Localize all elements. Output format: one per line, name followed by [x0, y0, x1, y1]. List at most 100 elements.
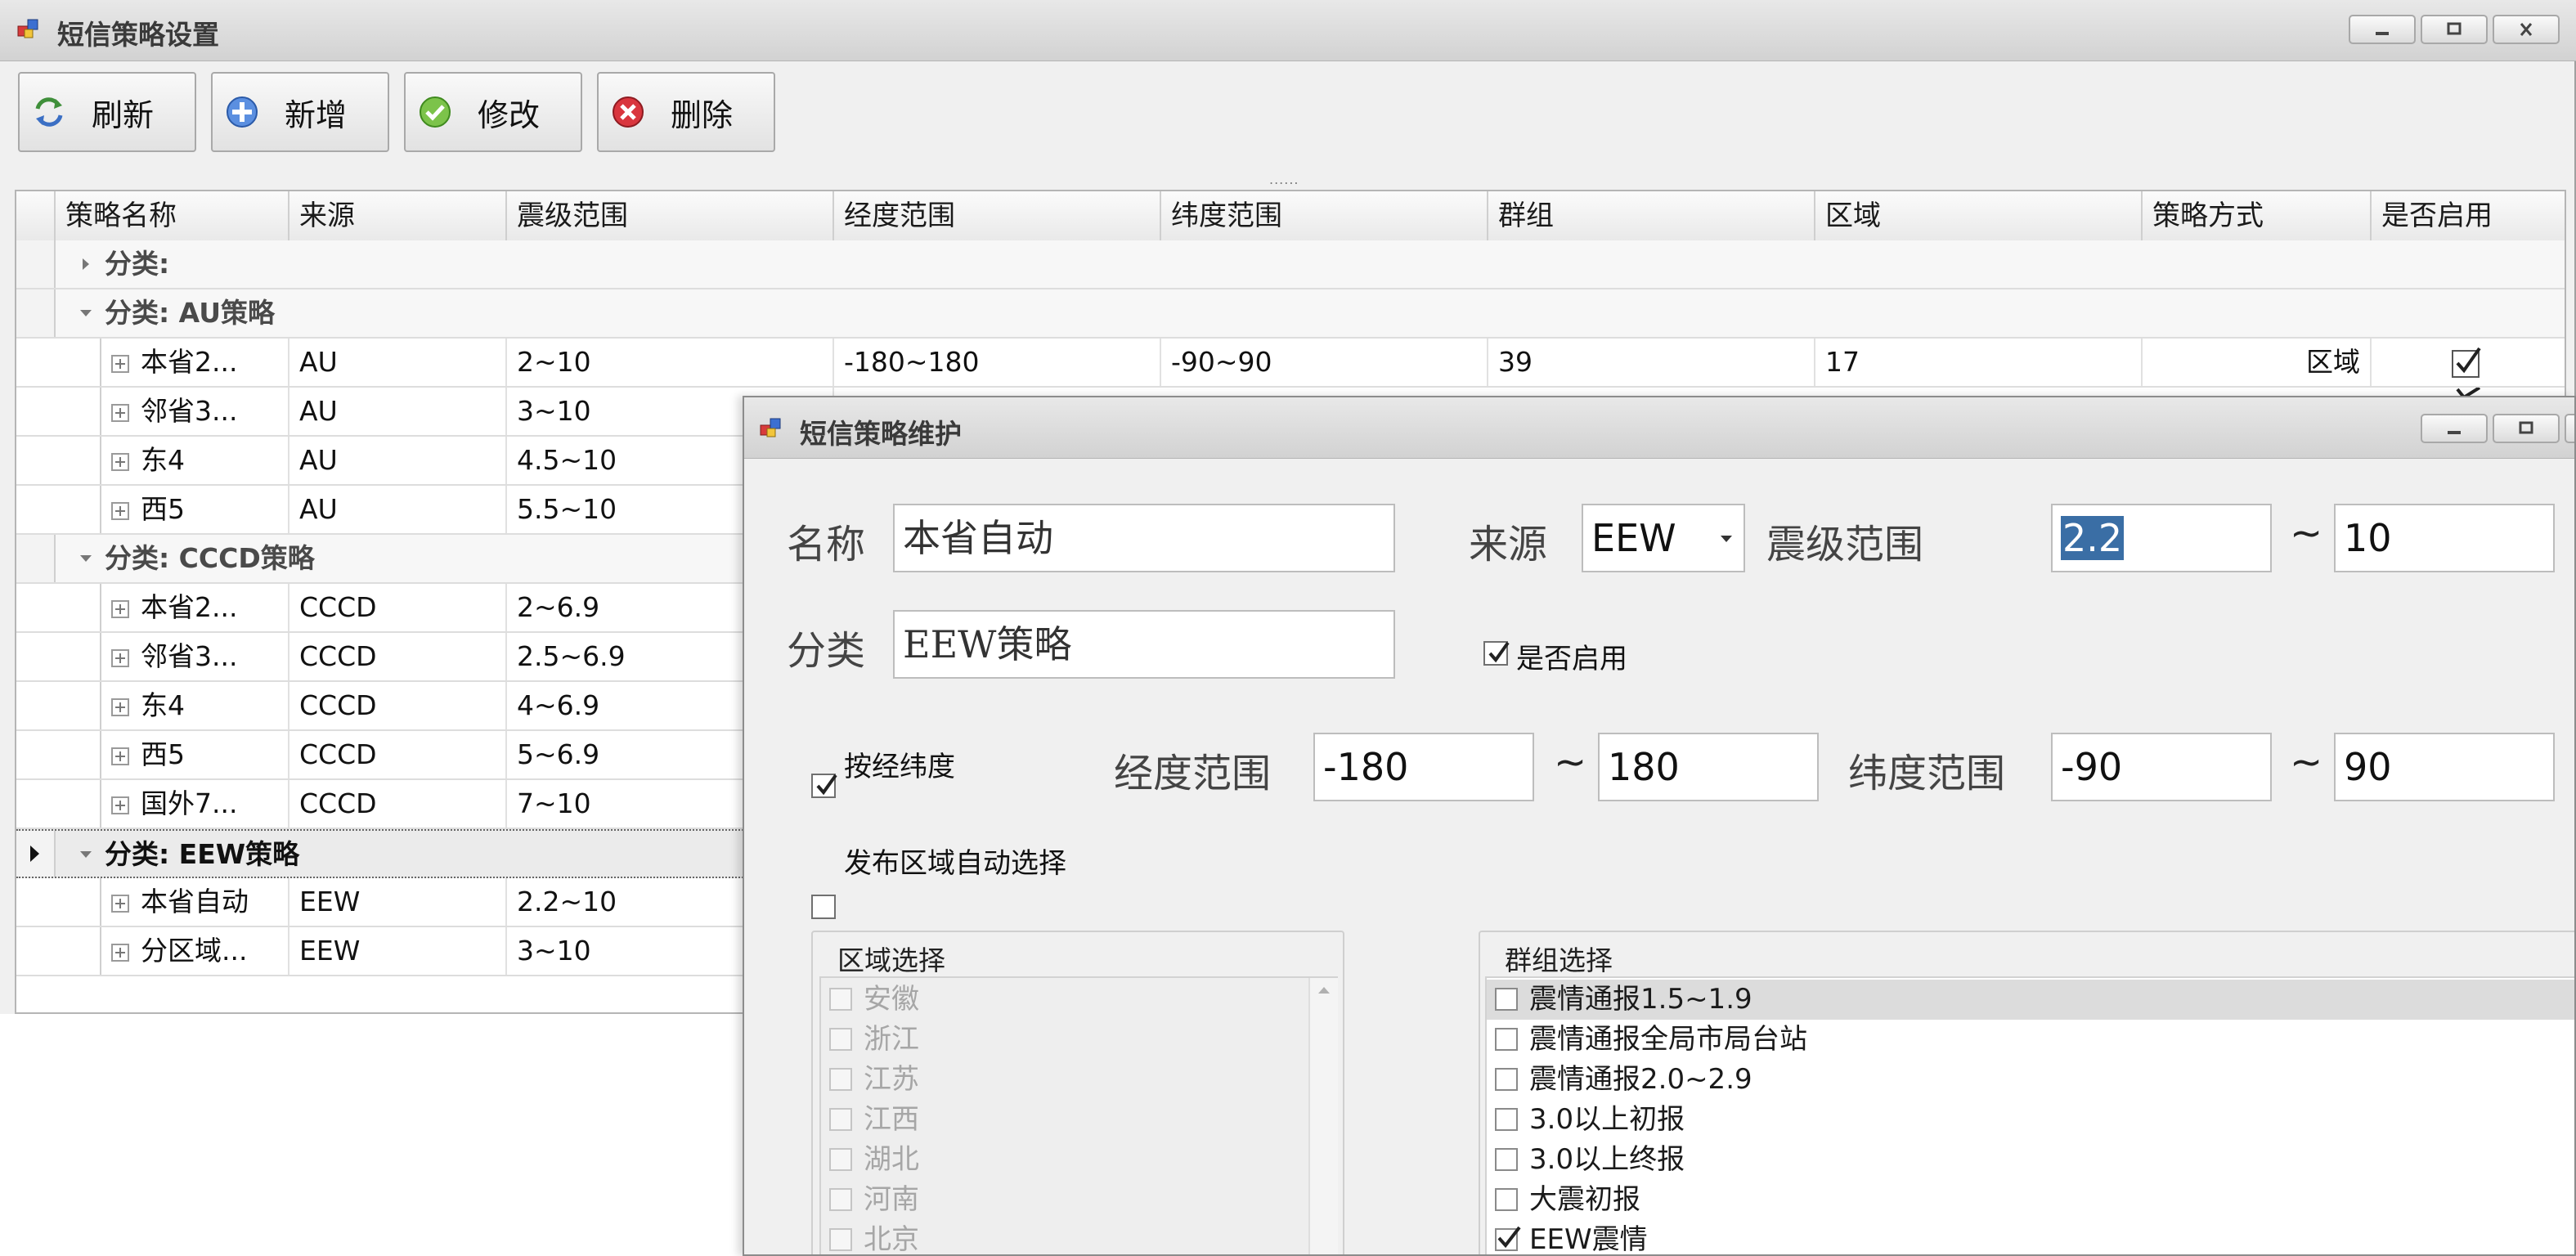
by-latlon-checkbox[interactable] — [811, 774, 837, 798]
group-row[interactable]: 分类: AU策略 — [16, 289, 2565, 339]
col-latitude[interactable]: 纬度范围 — [1161, 191, 1488, 240]
close-button[interactable] — [2493, 15, 2560, 44]
region-groupbox-title: 区域选择 — [837, 944, 945, 976]
expand-plus-icon[interactable] — [111, 354, 129, 373]
minimize-icon — [2448, 431, 2461, 434]
group-item[interactable]: 震情通报全局市局台站 — [1487, 1020, 2574, 1060]
delete-label: 删除 — [671, 96, 734, 133]
col-group[interactable]: 群组 — [1488, 191, 1815, 240]
row-indent — [16, 339, 101, 386]
group-item[interactable]: 3.0以上初报 — [1487, 1100, 2574, 1140]
region-list[interactable]: 安徽 浙江 江苏 江西 湖北 河南 北京 — [819, 976, 1338, 1254]
edit-button[interactable]: 修改 — [404, 72, 582, 152]
enabled-checkbox-label[interactable]: 是否启用 — [1516, 636, 1627, 676]
delete-button[interactable]: 删除 — [597, 72, 775, 152]
col-name[interactable]: 策略名称 — [56, 191, 289, 240]
region-item[interactable]: 河南 — [821, 1180, 1304, 1220]
col-magnitude[interactable]: 震级范围 — [507, 191, 834, 240]
cell-source: AU — [289, 486, 507, 533]
dialog-close-button[interactable] — [2565, 414, 2574, 443]
collapse-arrow-icon[interactable] — [77, 846, 95, 864]
magnitude-min-input[interactable]: 2.2 — [2051, 504, 2272, 572]
region-scrollbar[interactable] — [1308, 978, 1338, 1254]
latitude-min-input[interactable]: -90 — [2051, 733, 2272, 801]
minimize-icon — [2376, 32, 2389, 35]
cell-name: 东4 — [101, 437, 289, 484]
group-groupbox-title: 群组选择 — [1505, 944, 1613, 976]
col-longitude[interactable]: 经度范围 — [834, 191, 1161, 240]
enabled-checkbox[interactable] — [1483, 641, 1510, 666]
expand-plus-icon[interactable] — [111, 943, 129, 962]
check-icon — [1497, 1226, 1521, 1249]
maximize-icon — [2519, 421, 2533, 434]
add-button[interactable]: 新增 — [211, 72, 389, 152]
region-item[interactable]: 浙江 — [821, 1020, 1304, 1060]
chevron-down-icon[interactable] — [1719, 533, 1734, 545]
group-item[interactable]: EEW震情 — [1487, 1220, 2574, 1254]
expand-arrow-icon[interactable] — [77, 255, 95, 273]
region-item[interactable]: 安徽 — [821, 980, 1304, 1020]
refresh-label: 刷新 — [92, 96, 155, 133]
source-label: 来源 — [1469, 522, 1548, 567]
group-list[interactable]: 震情通报1.5~1.9 震情通报全局市局台站 震情通报2.0~2.9 3.0以上… — [1485, 976, 2574, 1254]
expand-plus-icon[interactable] — [111, 452, 129, 471]
expand-plus-icon[interactable] — [111, 599, 129, 618]
expand-plus-icon[interactable] — [111, 747, 129, 765]
collapse-arrow-icon[interactable] — [77, 304, 95, 322]
longitude-max-input[interactable]: 180 — [1598, 733, 1819, 801]
latitude-max-input[interactable]: 90 — [2334, 733, 2555, 801]
region-item[interactable]: 江苏 — [821, 1060, 1304, 1100]
name-input[interactable]: 本省自动 — [893, 504, 1395, 572]
cell-name: 西5 — [101, 486, 289, 533]
category-input[interactable]: EEW策略 — [893, 610, 1395, 679]
magnitude-max-input[interactable]: 10 — [2334, 504, 2555, 572]
group-item[interactable]: 震情通报2.0~2.9 — [1487, 1060, 2574, 1100]
auto-region-checkbox[interactable] — [811, 895, 836, 919]
row-indent — [16, 682, 101, 729]
cell-source: AU — [289, 339, 507, 386]
region-item[interactable]: 北京 — [821, 1220, 1304, 1254]
splitter-grip[interactable]: ...... — [1269, 172, 1299, 187]
expand-plus-icon[interactable] — [111, 648, 129, 667]
col-source[interactable]: 来源 — [289, 191, 507, 240]
region-item[interactable]: 江西 — [821, 1100, 1304, 1140]
region-item[interactable]: 湖北 — [821, 1140, 1304, 1180]
enabled-check-icon[interactable] — [2450, 347, 2483, 379]
group-item[interactable]: 3.0以上终报 — [1487, 1140, 2574, 1180]
expand-plus-icon[interactable] — [111, 698, 129, 716]
col-mode[interactable]: 策略方式 — [2143, 191, 2372, 240]
dialog-maximize-button[interactable] — [2493, 414, 2560, 443]
by-latlon-label[interactable]: 按经纬度 — [844, 744, 955, 784]
longitude-label: 经度范围 — [1114, 751, 1272, 796]
expand-plus-icon[interactable] — [111, 894, 129, 913]
minimize-button[interactable] — [2349, 15, 2416, 44]
refresh-button[interactable]: 刷新 — [18, 72, 196, 152]
expand-plus-icon[interactable] — [111, 796, 129, 814]
magnitude-label: 震级范围 — [1766, 522, 1924, 567]
collapse-arrow-icon[interactable] — [77, 550, 95, 567]
expand-plus-icon[interactable] — [111, 403, 129, 422]
row-selector — [16, 831, 56, 877]
main-titlebar: 短信策略设置 — [0, 0, 2576, 61]
group-item[interactable]: 大震初报 — [1487, 1180, 2574, 1220]
group-label: 分类: AU策略 — [105, 297, 276, 329]
group-label: 分类: CCCD策略 — [105, 542, 315, 574]
maximize-button[interactable] — [2421, 15, 2488, 44]
group-item[interactable]: 震情通报1.5~1.9 — [1487, 980, 2574, 1020]
source-select[interactable]: EEW — [1582, 504, 1745, 572]
col-enabled[interactable]: 是否启用 — [2372, 191, 2568, 240]
cell-name: 邻省3... — [101, 388, 289, 435]
main-window-title: 短信策略设置 — [57, 19, 219, 51]
dialog-minimize-button[interactable] — [2421, 414, 2488, 443]
expand-plus-icon[interactable] — [111, 501, 129, 520]
strategy-dialog: 短信策略维护 名称 本省自动 来源 EEW 震级范围 2.2 ~ 10 分类 E… — [743, 396, 2576, 1256]
group-row[interactable]: 分类: — [16, 240, 2565, 289]
scroll-up-icon[interactable] — [1317, 985, 1331, 996]
auto-region-label[interactable]: 发布区域自动选择 — [844, 841, 1066, 881]
longitude-min-input[interactable]: -180 — [1313, 733, 1534, 801]
table-row[interactable]: 本省2... AU 2~10 -180~180 -90~90 39 17 区域 — [16, 339, 2565, 388]
dialog-titlebar: 短信策略维护 — [744, 397, 2574, 459]
col-region[interactable]: 区域 — [1815, 191, 2143, 240]
cell-enabled[interactable] — [2372, 339, 2568, 386]
check-icon — [1488, 641, 1510, 663]
